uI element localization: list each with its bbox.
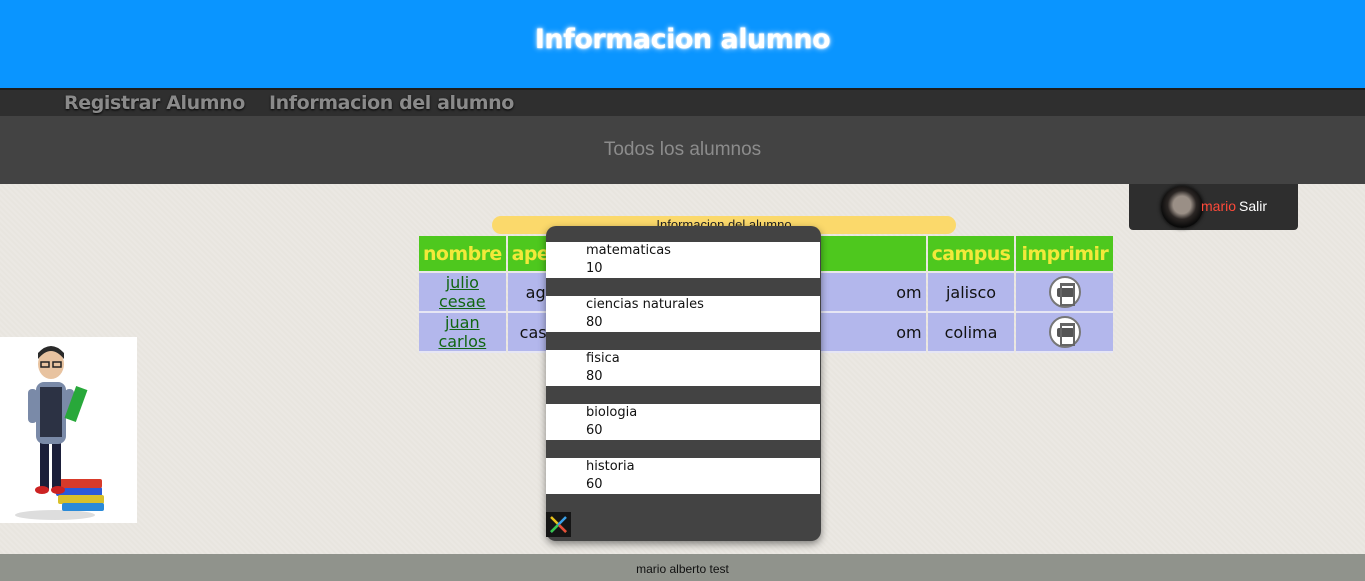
cell-campus: jalisco [927,273,1015,313]
footer-text: mario alberto test [636,562,729,576]
grades-modal: matematicas 10 ciencias naturales 80 fis… [546,226,821,541]
subject-grade: 10 [586,261,603,276]
user-panel: mario Salir [1129,184,1298,230]
main-nav: Registrar Alumno Informacion del alumno [0,88,1365,116]
nav-registrar-alumno[interactable]: Registrar Alumno [64,90,245,118]
column-header-nombre: nombre [419,236,506,273]
subject-name: ciencias naturales [586,297,704,312]
column-header-campus: campus [927,236,1015,273]
subject-grade: 60 [586,477,603,492]
logout-link[interactable]: Salir [1239,198,1267,214]
page-title: Informacion alumno [534,23,831,55]
cell-nombre: julio cesae [419,273,506,313]
grade-item: historia 60 [546,458,820,494]
subject-grade: 80 [586,315,603,330]
user-avatar [1161,186,1203,228]
student-name-link[interactable]: julio cesae [439,273,486,311]
nav-informacion-alumno[interactable]: Informacion del alumno [269,90,514,118]
printer-icon[interactable] [1048,316,1081,348]
grade-item: biologia 60 [546,404,820,440]
student-illustration [0,337,137,523]
subject-name: historia [586,459,635,474]
nav-todos-alumnos[interactable]: Todos los alumnos [604,139,761,161]
printer-icon[interactable] [1048,276,1081,308]
grade-item: fisica 80 [546,350,820,386]
subject-name: matematicas [586,243,671,258]
column-header-imprimir: imprimir [1016,236,1114,273]
cell-imprimir [1016,313,1114,353]
subject-grade: 80 [586,369,603,384]
subject-name: biologia [586,405,638,420]
cell-nombre: juan carlos [419,313,506,353]
close-x-icon[interactable] [546,512,571,537]
subject-grade: 60 [586,423,603,438]
page-footer: mario alberto test [0,554,1365,581]
grade-item: ciencias naturales 80 [546,296,820,332]
sub-nav: Todos los alumnos [0,116,1365,184]
cell-campus: colima [927,313,1015,353]
user-name: mario [1201,198,1237,214]
student-name-link[interactable]: juan carlos [438,313,486,351]
grade-item: matematicas 10 [546,242,820,278]
page-header: Informacion alumno [0,0,1365,88]
subject-name: fisica [586,351,620,366]
cell-imprimir [1016,273,1114,313]
